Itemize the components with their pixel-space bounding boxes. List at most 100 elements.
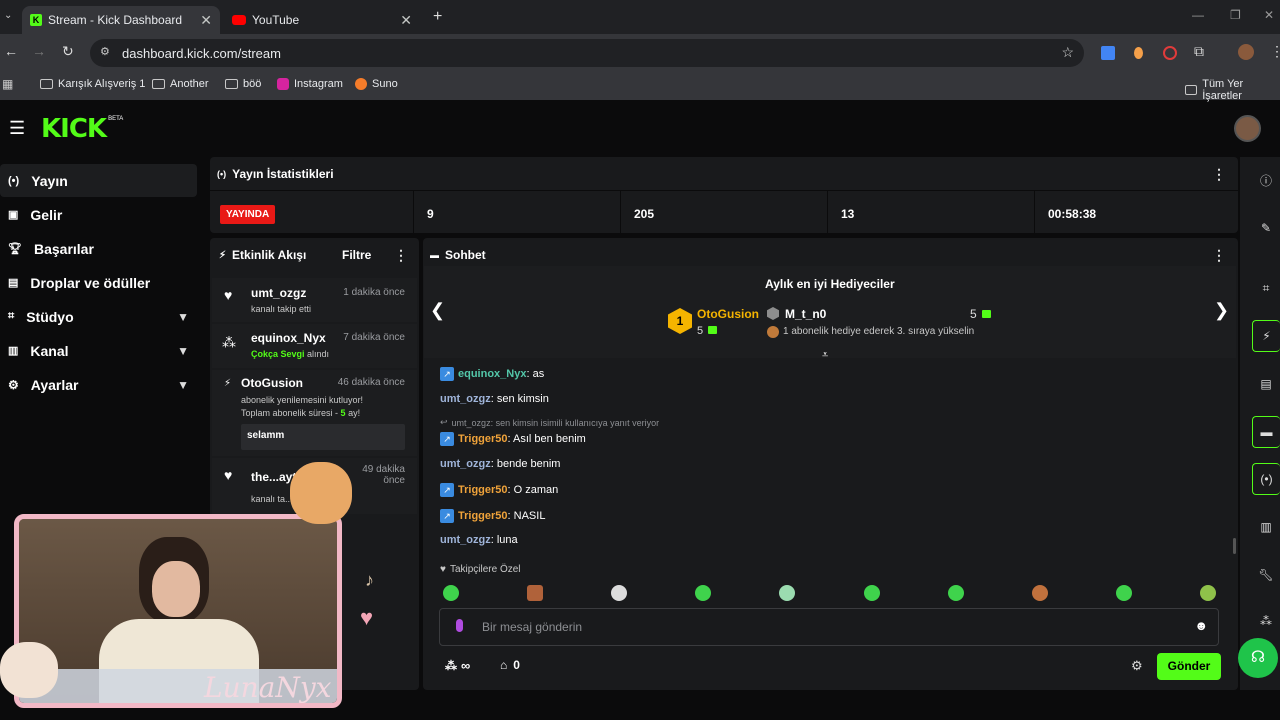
emote-icon[interactable] — [864, 585, 880, 601]
extensions-puzzle-icon[interactable]: ⧉ — [1194, 43, 1204, 60]
kick-logo[interactable]: KICK BETA — [41, 114, 123, 144]
profile-avatar-icon[interactable] — [1238, 44, 1254, 60]
tab-kick-dashboard[interactable]: K Stream - Kick Dashboard ✕ — [22, 6, 220, 34]
emote-icon[interactable] — [779, 585, 795, 601]
overlay-signature: LunaNyx — [204, 671, 332, 704]
gifter-name[interactable]: OtoGusion — [697, 307, 759, 321]
chat-user[interactable]: Trigger50 — [458, 433, 508, 445]
bookmark-folder[interactable]: Another — [152, 78, 209, 90]
sidebar-item-kanal[interactable]: ▥ Kanal ▼ — [0, 334, 197, 367]
music-note-icon: ♪ — [365, 570, 374, 590]
bookmark-label: Karışık Alışveriş 1 — [58, 78, 146, 90]
document-icon[interactable]: ▤ — [1252, 368, 1280, 400]
store-button[interactable]: ⌂ 0 — [500, 658, 520, 672]
chat-user[interactable]: umt_ozgz — [440, 393, 491, 405]
sidebar-item-basarilar[interactable]: 🏆︎ Başarılar — [0, 232, 197, 265]
gifter-name[interactable]: M_t_n0 — [785, 307, 826, 321]
reply-text: umt_ozgz: sen kimsin isimili kullanıcıya… — [451, 417, 660, 428]
address-bar-row: ← → ↻ ⚙ dashboard.kick.com/stream ☆ ⧉ ⋮ — [0, 34, 1280, 70]
chat-user[interactable]: Trigger50 — [458, 484, 508, 496]
sidebar-item-gelir[interactable]: ▣ Gelir — [0, 198, 197, 231]
emote-icon[interactable] — [443, 585, 459, 601]
share-icon[interactable]: ⁂ — [1252, 605, 1280, 637]
url-field[interactable]: ⚙ dashboard.kick.com/stream ☆ — [90, 39, 1084, 67]
emote-icon[interactable] — [1116, 585, 1132, 601]
folder-icon — [40, 79, 53, 89]
bookmark-folder[interactable]: böö — [225, 78, 261, 90]
lightning-icon[interactable]: ⚡︎ — [1252, 320, 1280, 352]
chat-user[interactable]: umt_ozgz — [440, 458, 491, 470]
tab-youtube[interactable]: YouTube ✕ — [224, 6, 420, 34]
site-info-icon[interactable]: ⚙ — [100, 45, 110, 58]
maximize-icon[interactable]: ❐ — [1230, 8, 1241, 22]
sidebar-item-ayarlar[interactable]: ⚙ Ayarlar ▼ — [0, 368, 197, 401]
back-icon[interactable]: ← — [4, 43, 18, 59]
filter-button[interactable]: Filtre — [342, 248, 371, 262]
extension-icon[interactable] — [1163, 46, 1177, 60]
translate-extension-icon[interactable] — [1101, 46, 1115, 60]
edit-icon[interactable]: ✎ — [1252, 212, 1280, 244]
emote-icon[interactable] — [527, 585, 543, 601]
activity-item[interactable]: ♥ umt_ozgz 1 dakika önce kanalı takip et… — [212, 278, 417, 322]
collapse-icon[interactable]: ⩡ — [822, 349, 828, 362]
emote-icon[interactable] — [695, 585, 711, 601]
new-tab-icon[interactable]: + — [433, 8, 442, 26]
sidebar-item-studyo[interactable]: ⌗ Stüdyo ▼ — [0, 300, 197, 333]
chat-input-box[interactable]: Bir mesaj gönderin ☻ — [439, 608, 1219, 646]
chat-icon[interactable]: ▬ — [1252, 416, 1280, 448]
activity-menu-icon[interactable]: ⋮ — [394, 247, 408, 264]
reload-icon[interactable]: ↻ — [62, 43, 74, 60]
chat-text: : luna — [490, 534, 518, 546]
hamburger-menu-icon[interactable]: ☰ — [9, 118, 25, 139]
all-bookmarks[interactable]: Tüm Yer İşaretler — [1185, 78, 1280, 102]
chat-user[interactable]: Trigger50 — [458, 510, 508, 522]
activity-desc: abonelik yenilemesini kutluyor! — [241, 395, 364, 405]
stats-menu-icon[interactable]: ⋮ — [1212, 166, 1226, 183]
tab-search-icon[interactable]: ⌄ — [4, 10, 12, 21]
minimize-icon[interactable]: — — [1192, 8, 1204, 22]
bookmark-star-icon[interactable]: ☆ — [1061, 44, 1074, 61]
chat-user[interactable]: equinox_Nyx — [458, 368, 526, 380]
activity-item[interactable]: ⚡︎ OtoGusion 46 dakika önce abonelik yen… — [212, 370, 417, 456]
chat-user[interactable]: umt_ozgz — [440, 534, 491, 546]
support-chat-icon[interactable]: ☊ — [1238, 638, 1278, 678]
activity-item[interactable]: ⁂ equinox_Nyx 7 dakika önce Çokça Sevgi … — [212, 324, 417, 368]
emote-icon[interactable] — [1200, 585, 1216, 601]
emote-icon[interactable] — [1032, 585, 1048, 601]
extension-icon[interactable] — [1134, 47, 1143, 59]
chevron-right-icon[interactable]: ❯ — [1214, 300, 1229, 321]
send-button[interactable]: Gönder — [1157, 653, 1221, 680]
user-avatar[interactable] — [1234, 115, 1261, 142]
close-tab-icon[interactable]: ✕ — [400, 12, 412, 29]
info-icon[interactable]: ⓘ — [1252, 164, 1280, 196]
bookmark-suno[interactable]: Suno — [355, 78, 398, 90]
bookmark-folder[interactable]: Karışık Alışveriş 1 — [40, 78, 145, 90]
apps-grid-icon[interactable]: ▦ — [2, 77, 13, 91]
channel-points[interactable]: ⁂ ∞ — [445, 658, 470, 673]
bookmark-instagram[interactable]: Instagram — [277, 78, 343, 90]
close-tab-icon[interactable]: ✕ — [200, 12, 212, 29]
bronze-rank-icon — [767, 326, 779, 338]
close-window-icon[interactable]: ✕ — [1264, 8, 1274, 22]
emote-icon[interactable] — [611, 585, 627, 601]
scan-icon[interactable]: ⌗ — [1252, 272, 1280, 304]
emote-icon[interactable] — [948, 585, 964, 601]
renewal-icon: ⚡︎ — [224, 378, 232, 389]
chat-settings-icon[interactable]: ⚙ — [1131, 658, 1143, 674]
broadcast-icon[interactable]: (•) — [1252, 463, 1280, 495]
chevron-left-icon[interactable]: ❮ — [430, 300, 445, 321]
forward-icon[interactable]: → — [32, 43, 46, 59]
bookmark-label: böö — [243, 78, 262, 90]
emoji-picker-icon[interactable]: ☻ — [1194, 618, 1208, 633]
microphone-icon[interactable] — [456, 619, 463, 632]
chat-message: umt_ozgz: sen kimsin — [440, 393, 549, 405]
wrench-icon[interactable]: 🔧︎ — [1252, 559, 1280, 591]
sidebar-item-yayin[interactable]: (•) Yayın — [0, 164, 197, 197]
chat-scrollbar[interactable] — [1233, 538, 1236, 554]
menu-dots-icon[interactable]: ⋮ — [1270, 43, 1280, 60]
chat-menu-icon[interactable]: ⋮ — [1212, 247, 1226, 264]
sidebar-item-label: Stüdyo — [26, 308, 74, 325]
layout-icon[interactable]: ▥ — [1252, 511, 1280, 543]
sidebar-item-label: Droplar ve ödüller — [30, 274, 151, 291]
sidebar-item-droplar[interactable]: ▤ Droplar ve ödüller — [0, 266, 197, 299]
